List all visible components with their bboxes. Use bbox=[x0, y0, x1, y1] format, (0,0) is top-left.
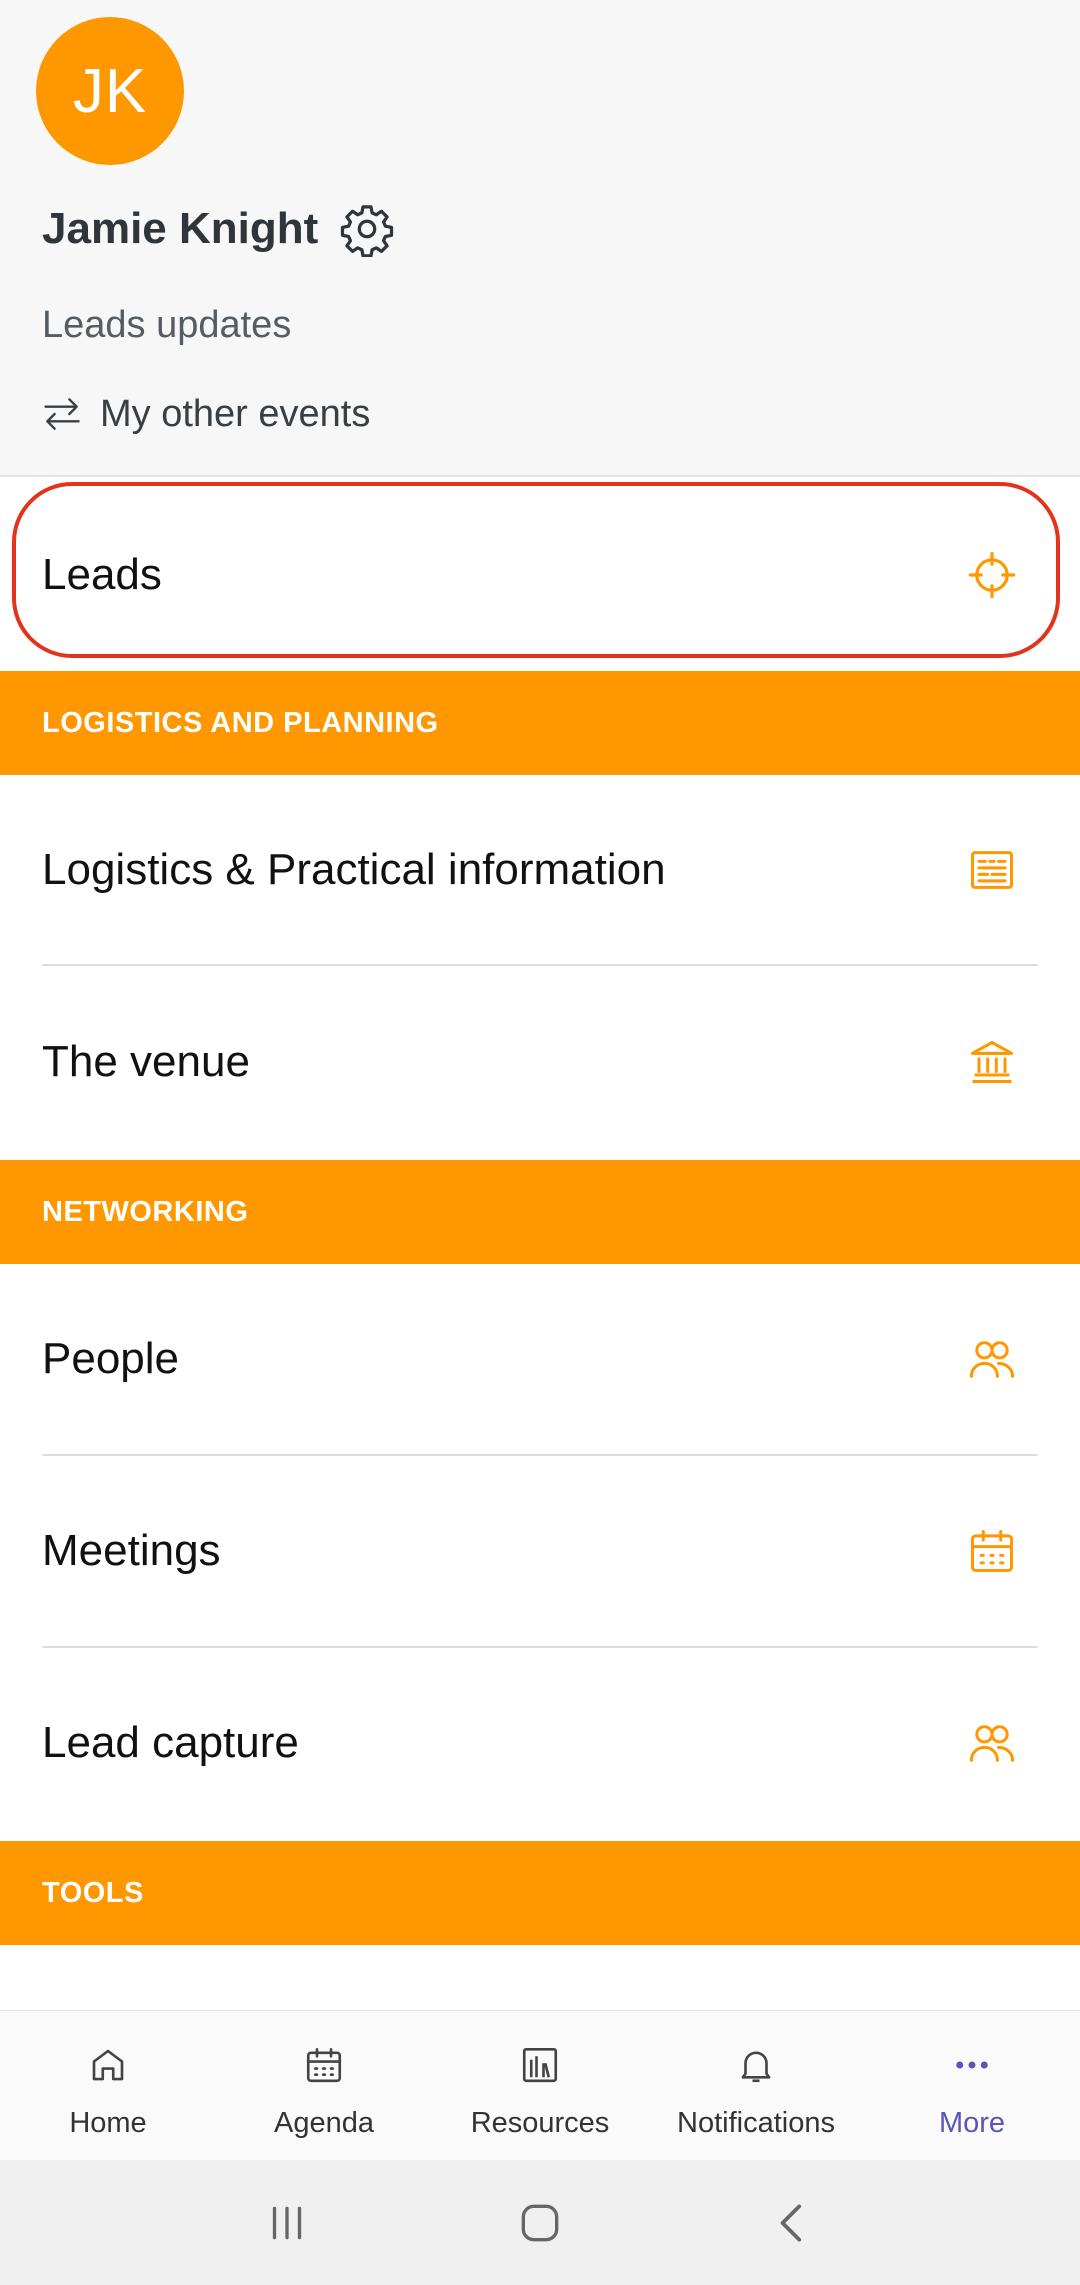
menu-item-label: Meetings bbox=[42, 1526, 221, 1575]
home-icon bbox=[86, 2043, 130, 2087]
menu-item-label: Logistics & Practical information bbox=[42, 845, 666, 894]
menu-item-label: People bbox=[42, 1334, 180, 1383]
nav-more[interactable]: More bbox=[864, 2011, 1080, 2160]
library-icon bbox=[518, 2043, 562, 2087]
crosshair-icon bbox=[964, 547, 1020, 603]
nav-label: Notifications bbox=[677, 2107, 835, 2139]
section-header-logistics: LOGISTICS AND PLANNING bbox=[0, 671, 1080, 775]
section-header-networking: NETWORKING bbox=[0, 1160, 1080, 1264]
profile-header: JK Jamie Knight Leads updates My other e… bbox=[0, 0, 1080, 477]
menu-item-label: Leads bbox=[42, 550, 162, 599]
calendar-icon bbox=[302, 2043, 346, 2087]
menu-item-label: The venue bbox=[42, 1037, 250, 1086]
bell-icon bbox=[734, 2043, 778, 2087]
section-header-tools: TOOLS bbox=[0, 1841, 1080, 1945]
avatar-initials: JK bbox=[72, 56, 148, 126]
bottom-navigation: Home Agenda Resources Notifications More bbox=[0, 2010, 1080, 2160]
gear-icon[interactable] bbox=[338, 200, 396, 258]
my-other-events-link[interactable]: My other events bbox=[40, 392, 370, 436]
nav-home[interactable]: Home bbox=[0, 2011, 216, 2160]
section-title: NETWORKING bbox=[42, 1195, 249, 1228]
menu-item-label: Lead capture bbox=[42, 1718, 299, 1767]
menu-item-venue[interactable]: The venue bbox=[0, 966, 1080, 1158]
home-button-icon[interactable] bbox=[505, 2188, 575, 2258]
info-board-icon bbox=[964, 842, 1020, 898]
profile-name: Jamie Knight bbox=[42, 204, 319, 253]
menu-item-logistics[interactable]: Logistics & Practical information bbox=[0, 775, 1080, 965]
calendar-icon bbox=[964, 1523, 1020, 1579]
system-navigation-bar bbox=[0, 2160, 1080, 2285]
app-screen: JK Jamie Knight Leads updates My other e… bbox=[0, 0, 1080, 2285]
menu-item-lead-capture[interactable]: Lead capture bbox=[0, 1648, 1080, 1838]
section-title: TOOLS bbox=[42, 1876, 144, 1909]
nav-label: Resources bbox=[470, 2107, 610, 2139]
menu-item-meetings[interactable]: Meetings bbox=[0, 1456, 1080, 1646]
swap-arrows-icon bbox=[40, 392, 84, 436]
menu-item-people[interactable]: People bbox=[0, 1264, 1080, 1454]
nav-notifications[interactable]: Notifications bbox=[648, 2011, 864, 2160]
more-dots-icon bbox=[950, 2043, 994, 2087]
building-icon bbox=[964, 1034, 1020, 1090]
menu-item-leads[interactable]: Leads bbox=[0, 479, 1080, 671]
nav-label: Agenda bbox=[274, 2107, 374, 2139]
nav-agenda[interactable]: Agenda bbox=[216, 2011, 432, 2160]
recent-apps-icon[interactable] bbox=[252, 2188, 322, 2258]
my-other-events-label: My other events bbox=[100, 392, 371, 435]
people-icon bbox=[964, 1331, 1020, 1387]
nav-label: More bbox=[938, 2107, 1006, 2139]
back-icon[interactable] bbox=[758, 2188, 828, 2258]
nav-label: Home bbox=[69, 2107, 147, 2139]
section-title: LOGISTICS AND PLANNING bbox=[42, 706, 439, 739]
leads-updates-link[interactable]: Leads updates bbox=[42, 304, 291, 347]
profile-name-row: Jamie Knight bbox=[42, 200, 396, 258]
avatar[interactable]: JK bbox=[36, 17, 184, 165]
people-icon bbox=[964, 1715, 1020, 1771]
nav-resources[interactable]: Resources bbox=[432, 2011, 648, 2160]
